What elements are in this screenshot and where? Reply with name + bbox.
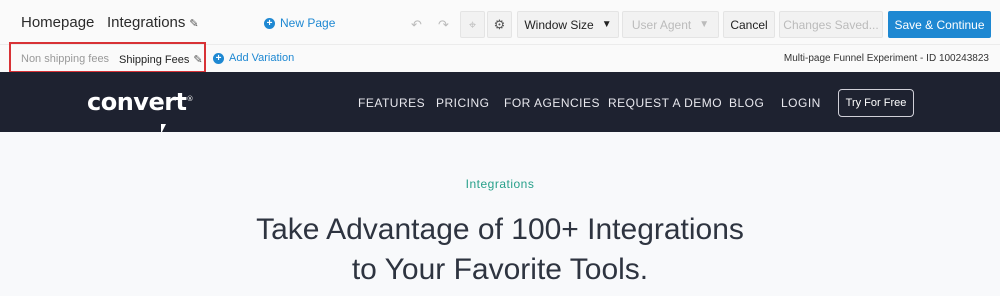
- undo-icon: ↶: [411, 16, 422, 32]
- variation-tab-label: Shipping Fees: [119, 54, 190, 66]
- nav-request-demo[interactable]: REQUEST A DEMO: [608, 96, 722, 110]
- variation-tab-shipping[interactable]: Shipping Fees ✎: [119, 53, 203, 66]
- redo-icon: ↷: [438, 16, 449, 32]
- save-continue-label: Save & Continue: [894, 17, 985, 32]
- new-page-button[interactable]: + New Page: [264, 16, 335, 30]
- variation-tab-non-shipping[interactable]: Non shipping fees: [21, 53, 109, 65]
- select-element-button[interactable]: ⌖: [460, 11, 485, 38]
- page-name[interactable]: Homepage: [21, 14, 94, 31]
- changes-saved-label: Changes Saved...: [783, 17, 879, 32]
- try-for-free-label: Try For Free: [845, 97, 907, 109]
- pencil-icon[interactable]: ✎: [193, 53, 202, 66]
- changes-saved-button[interactable]: Changes Saved...: [779, 11, 883, 38]
- hero-headline-line-1: Take Advantage of 100+ Integrations: [256, 213, 744, 246]
- logo-text: convert: [87, 88, 187, 116]
- site-logo[interactable]: convert®: [87, 88, 193, 116]
- hero-headline: Take Advantage of 100+ Integrations to Y…: [0, 210, 1000, 290]
- redo-button[interactable]: ↷: [431, 11, 456, 38]
- add-variation-button[interactable]: + Add Variation: [213, 52, 294, 64]
- undo-button[interactable]: ↶: [404, 11, 429, 38]
- chevron-down-icon: ▼: [699, 19, 710, 30]
- cancel-label: Cancel: [730, 17, 768, 32]
- nav-login[interactable]: LOGIN: [781, 96, 821, 110]
- registered-mark: ®: [186, 95, 194, 103]
- nav-blog[interactable]: BLOG: [729, 96, 764, 110]
- select-element-icon: ⌖: [468, 16, 477, 32]
- plus-circle-icon: +: [213, 52, 224, 64]
- nav-features[interactable]: FEATURES: [358, 96, 425, 110]
- user-agent-label: User Agent: [631, 17, 692, 32]
- section-name-label: Integrations: [107, 14, 186, 31]
- user-agent-dropdown[interactable]: User Agent ▼: [622, 11, 719, 38]
- window-size-dropdown[interactable]: Window Size ▼: [517, 11, 619, 38]
- window-size-label: Window Size: [524, 17, 594, 32]
- cancel-button[interactable]: Cancel: [723, 11, 775, 38]
- new-page-label: New Page: [280, 16, 336, 30]
- nav-for-agencies[interactable]: FOR AGENCIES: [504, 96, 600, 110]
- nav-pricing[interactable]: PRICING: [436, 96, 490, 110]
- pencil-icon[interactable]: ✎: [189, 17, 198, 30]
- hero-headline-line-2: to Your Favorite Tools.: [351, 253, 649, 286]
- hero-eyebrow: Integrations: [465, 177, 535, 191]
- experiment-label: Multi-page Funnel Experiment - ID 100243…: [783, 53, 989, 64]
- chevron-down-icon: ▼: [601, 19, 612, 30]
- section-name[interactable]: Integrations ✎: [107, 14, 199, 31]
- plus-circle-icon: +: [264, 17, 275, 29]
- save-continue-button[interactable]: Save & Continue: [888, 11, 991, 38]
- gear-icon: ⚙: [493, 16, 506, 32]
- try-for-free-button[interactable]: Try For Free: [838, 89, 914, 117]
- add-variation-label: Add Variation: [229, 52, 295, 64]
- settings-button[interactable]: ⚙: [487, 11, 512, 38]
